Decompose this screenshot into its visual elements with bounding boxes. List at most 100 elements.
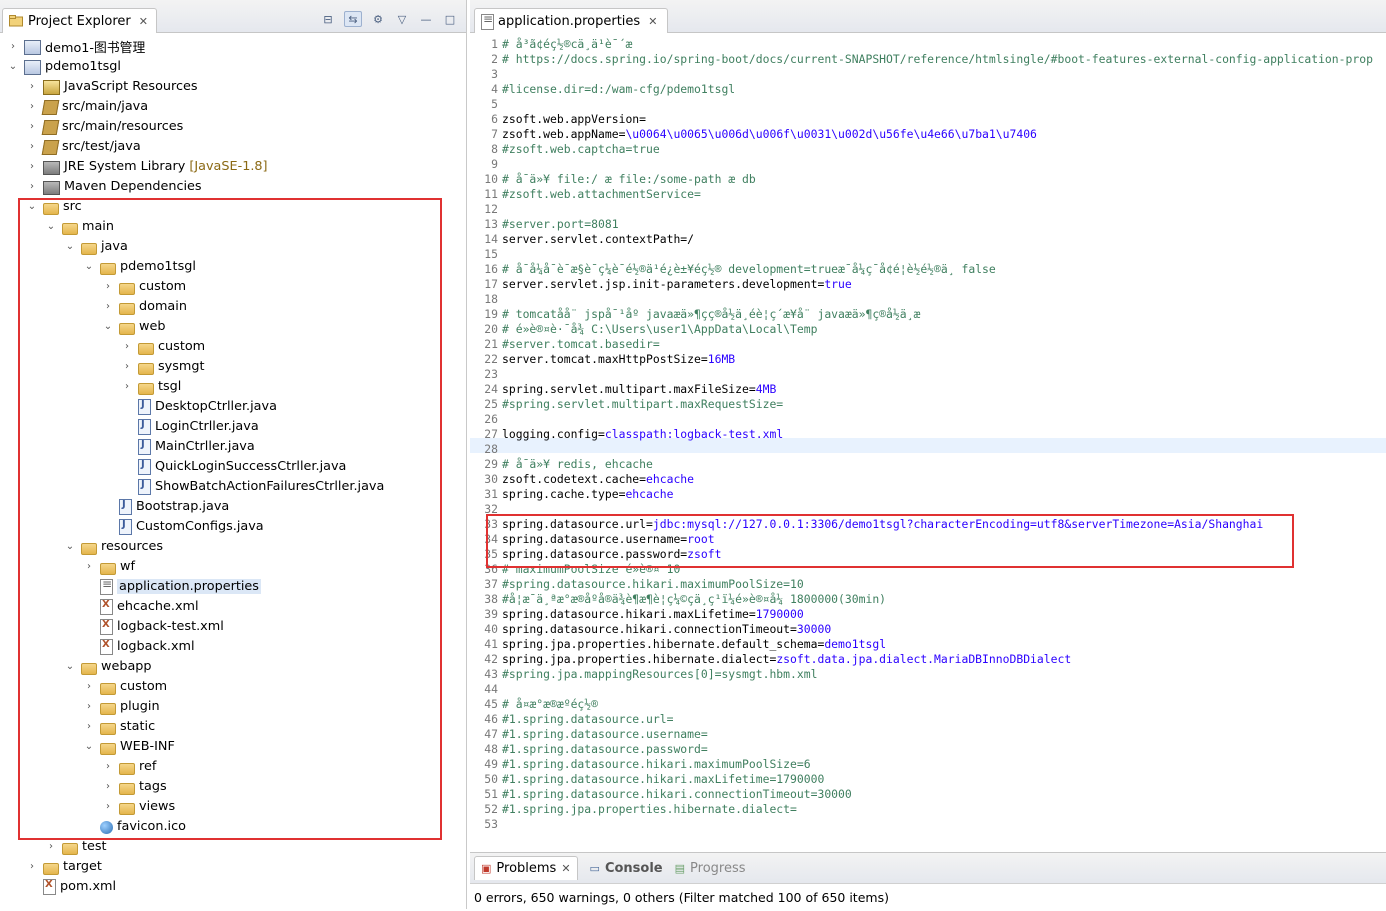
close-icon[interactable]: ✕	[561, 862, 570, 875]
tree-item-label: pom.xml	[60, 878, 117, 894]
line-number: 31	[484, 487, 498, 501]
tree-item-label: JRE System Library	[64, 158, 186, 174]
expanded-chevron-icon[interactable]: ⌄	[6, 56, 20, 76]
line-number: 17	[484, 277, 498, 291]
view-menu-icon[interactable]: ▽	[394, 12, 410, 26]
package-icon	[41, 119, 60, 135]
code-line: 38 #å¦æ¯ä¸ªæ°æ®åºå®ä¾è¶æ¶è¦ç¼©ç­ä¸ç¹ï¼é»è…	[470, 592, 886, 607]
line-number: 28	[484, 442, 498, 456]
tree-item[interactable]: › demo1-图书管理	[6, 36, 145, 56]
tree-item[interactable]: ⌄ pdemo1tsgl	[6, 56, 121, 76]
tab-progress[interactable]: ▤ Progress	[675, 861, 746, 876]
line-number: 40	[484, 622, 498, 636]
view-tools: ⊟ ⇆ ⚙ ▽ — □	[320, 11, 458, 27]
project-explorer-view: Project Explorer ✕ ⊟ ⇆ ⚙ ▽ — □ › demo1-图书…	[0, 0, 467, 909]
focus-icon[interactable]: ⚙	[370, 12, 386, 26]
line-number: 25	[484, 397, 498, 411]
code-line: 25 #spring.servlet.multipart.maxRequestSi…	[470, 397, 783, 412]
line-number: 13	[484, 217, 498, 231]
link-with-editor-icon[interactable]: ⇆	[344, 11, 362, 27]
line-number: 45	[484, 697, 498, 711]
line-number: 43	[484, 667, 498, 681]
tree-item-label: demo1-图书管理	[45, 40, 146, 56]
view-toolbar: Project Explorer ✕ ⊟ ⇆ ⚙ ▽ — □	[0, 0, 466, 33]
tree-item[interactable]: › Maven Dependencies	[25, 176, 202, 196]
collapse-all-icon[interactable]: ⊟	[320, 12, 336, 26]
property-value: zsoft.data.jpa.dialect.MariaDBInnoDBDial…	[776, 652, 1072, 666]
line-number: 37	[484, 577, 498, 591]
line-number: 39	[484, 607, 498, 621]
line-number: 29	[484, 457, 498, 471]
tab-application-properties[interactable]: application.properties ✕	[474, 8, 669, 33]
code-line: 39 spring.datasource.hikari.maxLifetime= 1…	[470, 607, 803, 622]
line-number: 5	[491, 97, 498, 111]
folder-icon	[62, 843, 78, 855]
annotation-highlight-box	[18, 198, 442, 840]
comment-text: #spring.servlet.multipart.maxRequestSize…	[502, 397, 784, 411]
comment-text: #license.dir=d:/wam-cfg/pdemo1tsgl	[502, 82, 736, 96]
no-toggle	[25, 876, 39, 896]
tree-item[interactable]: › JRE System Library [JavaSE-1.8]	[25, 156, 268, 176]
library-icon	[43, 181, 60, 195]
code-line: 15	[470, 247, 502, 262]
code-line: 49 #1.spring.datasource.hikari.maximumPoo…	[470, 757, 810, 772]
collapsed-chevron-icon[interactable]: ›	[25, 96, 39, 116]
tab-project-explorer[interactable]: Project Explorer ✕	[2, 8, 157, 33]
code-line: 2 # https://docs.spring.io/spring-boot/do…	[470, 52, 1373, 67]
maximize-icon[interactable]: □	[442, 12, 458, 26]
comment-text: # tomcatå­å¨ jspå¯¹åº javaæä»¶çç®å½ä¸éè¦…	[502, 307, 921, 321]
collapsed-chevron-icon[interactable]: ›	[25, 856, 39, 876]
property-key: spring.datasource.hikari.connectionTimeo…	[502, 622, 797, 636]
code-line: 14 server.servlet.contextPath=/	[470, 232, 694, 247]
bottom-panel: ▣ Problems ✕ ▭ Console ▤ Progress 0 erro…	[470, 852, 1386, 910]
line-number: 38	[484, 592, 498, 606]
line-number: 50	[484, 772, 498, 786]
property-key: zsoft.web.appName=	[502, 127, 626, 141]
line-number: 52	[484, 802, 498, 816]
comment-text: # https://docs.spring.io/spring-boot/doc…	[502, 52, 1373, 66]
property-value: ehcache	[646, 472, 695, 486]
tree-item[interactable]: › target	[25, 856, 102, 876]
code-line: 45 # å¤æ°æ®æºéç½®	[470, 697, 598, 712]
collapsed-chevron-icon[interactable]: ›	[25, 176, 39, 196]
minimize-icon[interactable]: —	[418, 12, 434, 26]
collapsed-chevron-icon[interactable]: ›	[25, 76, 39, 96]
code-line: 6 zsoft.web.appVersion=	[470, 112, 646, 127]
tree-item[interactable]: › JavaScript Resources	[25, 76, 198, 96]
code-line: 12	[470, 202, 502, 217]
code-line: 53	[470, 817, 502, 828]
tab-label: Problems	[496, 861, 557, 876]
tree-item[interactable]: pom.xml	[25, 876, 116, 896]
code-line: 4 #license.dir=d:/wam-cfg/pdemo1tsgl	[470, 82, 735, 97]
comment-text: # å³ã¢éç½®cä¸ä¹è¯´æ	[502, 37, 633, 51]
tab-label: Progress	[690, 860, 746, 876]
line-number: 22	[484, 352, 498, 366]
code-editor[interactable]: 1 # å³ã¢éç½®cä¸ä¹è¯´æ 2 # https://docs.spri…	[470, 33, 1386, 828]
collapsed-chevron-icon[interactable]: ›	[6, 36, 20, 56]
line-number: 1	[491, 37, 498, 51]
collapsed-chevron-icon[interactable]: ›	[25, 136, 39, 156]
close-icon[interactable]: ✕	[139, 15, 148, 28]
code-line: 23	[470, 367, 502, 382]
tree-item-label: test	[82, 838, 107, 854]
tree-item[interactable]: › src/main/resources	[25, 116, 183, 136]
collapsed-chevron-icon[interactable]: ›	[25, 116, 39, 136]
code-line: 48 #1.spring.datasource.password=	[470, 742, 707, 757]
code-line: 21 #server.tomcat.basedir=	[470, 337, 659, 352]
collapsed-chevron-icon[interactable]: ›	[25, 156, 39, 176]
tab-problems[interactable]: ▣ Problems ✕	[474, 856, 578, 880]
property-key: spring.cache.type=	[502, 487, 626, 501]
tree-item[interactable]: › src/test/java	[25, 136, 141, 156]
tab-label: Console	[604, 860, 663, 876]
line-number: 4	[491, 82, 498, 96]
property-key: zsoft.codetext.cache=	[502, 472, 647, 486]
close-icon[interactable]: ✕	[648, 15, 657, 28]
property-key: server.servlet.jsp.init-parameters.devel…	[502, 277, 825, 291]
code-line: 1 # å³ã¢éç½®cä¸ä¹è¯´æ	[470, 37, 632, 52]
line-number: 47	[484, 727, 498, 741]
tree-item-label: Maven Dependencies	[64, 178, 202, 194]
tab-console[interactable]: ▭ Console	[590, 861, 663, 876]
tree-item[interactable]: › src/main/java	[25, 96, 148, 116]
code-line: 17 server.servlet.jsp.init-parameters.dev…	[470, 277, 851, 292]
code-line: 16 # å¯å¼å¯è¯æ§è¯ç¼è¯é½®ä¹é¿è±¥éç½® devel…	[470, 262, 995, 277]
